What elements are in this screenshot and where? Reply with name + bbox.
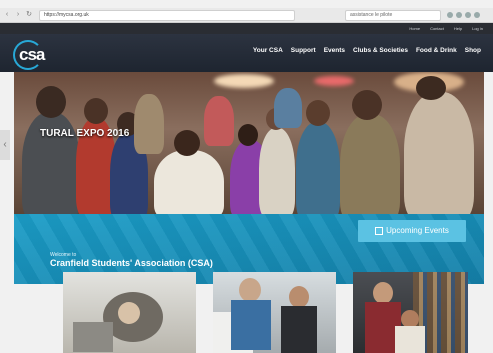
hero-caption: TURAL EXPO 2016 xyxy=(40,128,130,139)
carousel-prev-icon[interactable]: ‹ xyxy=(0,130,10,160)
extension-icon[interactable] xyxy=(447,12,453,18)
extension-icon[interactable] xyxy=(465,12,471,18)
feature-card-2[interactable] xyxy=(213,272,336,353)
utility-link-contact[interactable]: Contact xyxy=(430,26,444,31)
extension-icons xyxy=(447,12,480,18)
forward-icon[interactable]: › xyxy=(14,11,22,19)
browser-toolbar: ‹ › ↻ https://mycsa.org.uk assistance le… xyxy=(0,8,493,23)
extension-icon[interactable] xyxy=(456,12,462,18)
browser-search-input[interactable]: assistance le pilote xyxy=(345,9,441,21)
upcoming-events-button[interactable]: Upcoming Events xyxy=(358,220,466,242)
back-icon[interactable]: ‹ xyxy=(3,11,11,19)
utility-link-help[interactable]: Help xyxy=(454,26,462,31)
nav-item-your-csa[interactable]: Your CSA xyxy=(253,47,283,54)
monitor-screen: ‹ › ↻ https://mycsa.org.uk assistance le… xyxy=(0,0,493,353)
logo-text: csa xyxy=(19,45,45,64)
utility-link-home[interactable]: Home xyxy=(409,26,420,31)
main-nav: Your CSA Support Events Clubs & Societie… xyxy=(253,47,481,54)
nav-item-clubs-societies[interactable]: Clubs & Societies xyxy=(353,47,408,54)
csa-logo[interactable]: csa xyxy=(13,40,47,70)
utility-link-login[interactable]: Log in xyxy=(472,26,483,31)
calendar-icon xyxy=(375,226,384,235)
utility-links: Home Contact Help Log in xyxy=(0,23,493,34)
site-header: csa Your CSA Support Events Clubs & Soci… xyxy=(0,34,493,72)
welcome-title: Cranfield Students' Association (CSA) xyxy=(50,258,213,268)
nav-item-support[interactable]: Support xyxy=(291,47,316,54)
feature-card-1[interactable] xyxy=(63,272,196,353)
nav-item-events[interactable]: Events xyxy=(324,47,345,54)
nav-item-shop[interactable]: Shop xyxy=(465,47,481,54)
reload-icon[interactable]: ↻ xyxy=(25,11,33,19)
nav-item-food-drink[interactable]: Food & Drink xyxy=(416,47,457,54)
address-bar[interactable]: https://mycsa.org.uk xyxy=(39,9,295,21)
upcoming-events-label: Upcoming Events xyxy=(386,226,449,235)
menu-icon[interactable] xyxy=(474,12,480,18)
feature-card-3[interactable] xyxy=(353,272,468,353)
hero-photo xyxy=(14,72,484,214)
